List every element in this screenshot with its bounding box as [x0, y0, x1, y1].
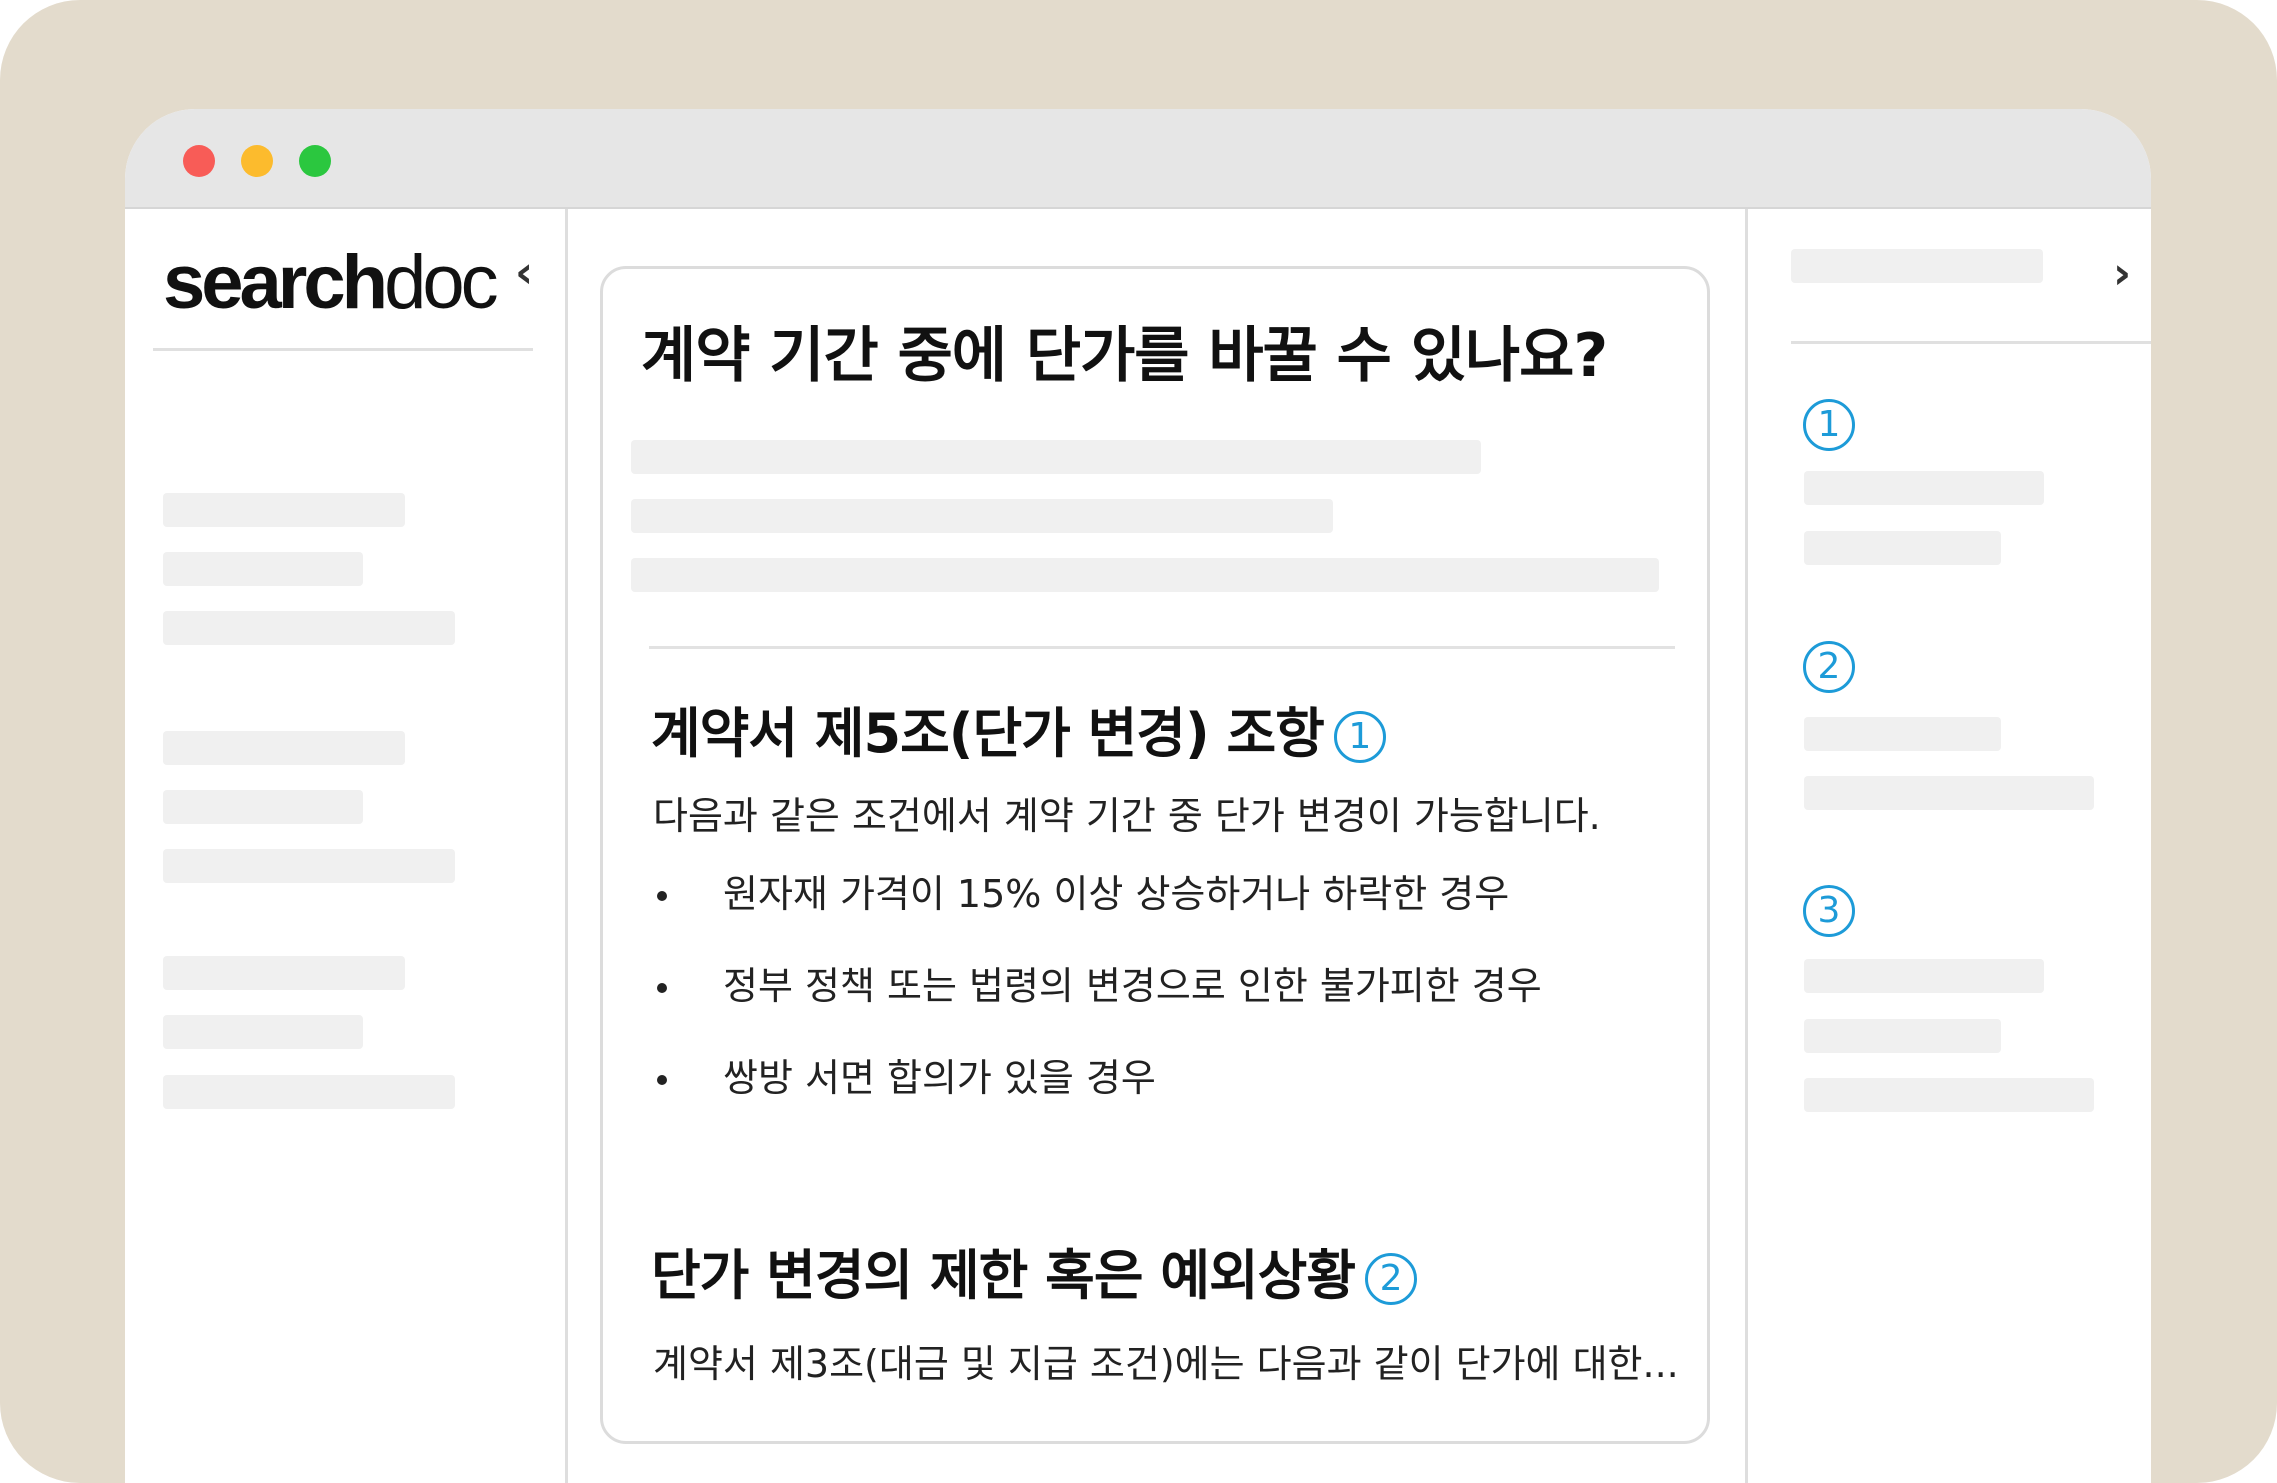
list-item: 원자재 가격이 15% 이상 상승하거나 하락한 경우 — [653, 871, 1542, 963]
sidebar-item-placeholder[interactable] — [163, 552, 363, 586]
list-item: 쌍방 서면 합의가 있을 경우 — [653, 1055, 1542, 1147]
list-item: 정부 정책 또는 법령의 변경으로 인한 불가피한 경우 — [653, 963, 1542, 1055]
sidebar-item-placeholder[interactable] — [163, 790, 363, 824]
sidebar-item-placeholder[interactable] — [163, 1015, 363, 1049]
answer-text-placeholder — [631, 499, 1333, 533]
reference-text-placeholder[interactable] — [1804, 1078, 2094, 1112]
logo-bold-text: search — [163, 240, 388, 325]
logo-light-text: doc — [384, 240, 499, 325]
question-title: 계약 기간 중에 단가를 바꿀 수 있나요? — [641, 321, 1608, 391]
sidebar-item-placeholder[interactable] — [163, 1075, 455, 1109]
reference-header-placeholder — [1791, 249, 2043, 283]
reference-text-placeholder[interactable] — [1804, 471, 2044, 505]
answer-text-placeholder — [631, 558, 1659, 592]
section-title-text: 단가 변경의 제한 혹은 예외상황 — [651, 1244, 1356, 1307]
reference-text-placeholder[interactable] — [1804, 531, 2001, 565]
reference-number-badge[interactable]: 2 — [1803, 641, 1855, 693]
sidebar-item-placeholder[interactable] — [163, 731, 405, 765]
reference-text-placeholder[interactable] — [1804, 717, 2001, 751]
expand-panel-icon[interactable]: › — [2113, 248, 2131, 299]
condition-list: 원자재 가격이 15% 이상 상승하거나 하락한 경우 정부 정책 또는 법령의… — [653, 871, 1542, 1147]
sidebar-divider — [153, 348, 533, 351]
reference-text-placeholder[interactable] — [1804, 1019, 2001, 1053]
answer-card: 계약 기간 중에 단가를 바꿀 수 있나요? 계약서 제5조(단가 변경) 조항… — [600, 266, 1710, 1444]
reference-number-badge[interactable]: 1 — [1803, 399, 1855, 451]
app-logo[interactable]: searchdoc — [163, 239, 499, 326]
section-title: 단가 변경의 제한 혹은 예외상황 2 — [651, 1231, 1418, 1310]
reference-number-badge[interactable]: 3 — [1803, 885, 1855, 937]
answer-text-placeholder — [631, 440, 1481, 474]
citation-badge[interactable]: 1 — [1333, 711, 1386, 764]
section-title: 계약서 제5조(단가 변경) 조항 1 — [651, 689, 1386, 768]
left-sidebar: searchdoc ‹ — [125, 209, 568, 1483]
section-title-text: 계약서 제5조(단가 변경) 조항 — [651, 702, 1325, 765]
reference-text-placeholder[interactable] — [1804, 776, 2094, 810]
reference-divider — [1791, 341, 2151, 344]
citation-badge[interactable]: 2 — [1365, 1253, 1418, 1306]
collapse-sidebar-icon[interactable]: ‹ — [515, 247, 533, 298]
section-intro: 다음과 같은 조건에서 계약 기간 중 단가 변경이 가능합니다. — [653, 794, 1601, 838]
sidebar-item-placeholder[interactable] — [163, 611, 455, 645]
section-intro: 계약서 제3조(대금 및 지급 조건)에는 다음과 같이 단가에 대한... — [653, 1342, 1679, 1386]
reference-text-placeholder[interactable] — [1804, 959, 2044, 993]
sidebar-item-placeholder[interactable] — [163, 493, 405, 527]
reference-panel: 1 2 3 — [1745, 209, 2154, 1483]
answer-divider — [649, 646, 1675, 649]
sidebar-item-placeholder[interactable] — [163, 956, 405, 990]
sidebar-item-placeholder[interactable] — [163, 849, 455, 883]
